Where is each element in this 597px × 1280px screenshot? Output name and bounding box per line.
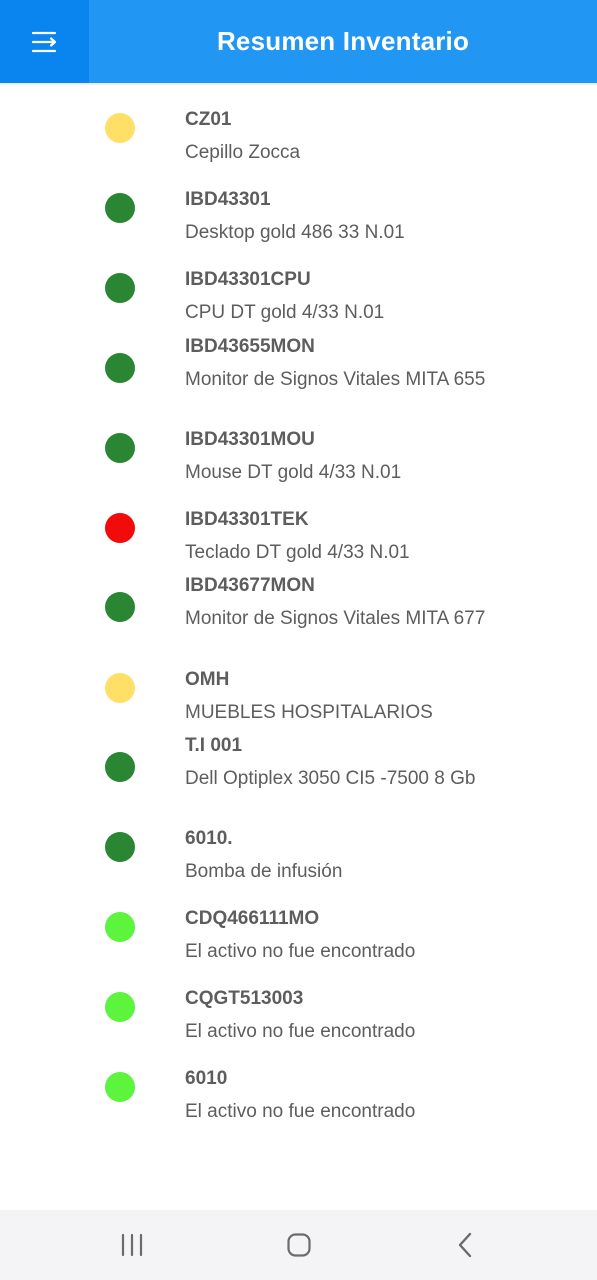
status-dot bbox=[105, 673, 135, 703]
status-dot bbox=[105, 273, 135, 303]
status-dot bbox=[105, 113, 135, 143]
item-description: El activo no fue encontrado bbox=[185, 941, 416, 962]
item-code: IBD43301MOU bbox=[185, 429, 315, 450]
status-dot bbox=[105, 752, 135, 782]
item-code: IBD43301 bbox=[185, 189, 271, 210]
status-dot bbox=[105, 592, 135, 622]
menu-button[interactable] bbox=[0, 0, 89, 83]
item-description: Monitor de Signos Vitales MITA 655 bbox=[185, 369, 486, 390]
home-icon bbox=[287, 1233, 311, 1257]
header-shadow bbox=[0, 83, 597, 86]
menu-icon bbox=[31, 31, 56, 52]
back-button[interactable] bbox=[446, 1225, 486, 1265]
item-description: Cepillo Zocca bbox=[185, 142, 301, 163]
item-code: T.I 001 bbox=[185, 735, 243, 756]
status-dot bbox=[105, 912, 135, 942]
item-description: CPU DT gold 4/33 N.01 bbox=[185, 302, 385, 323]
item-code: 6010. bbox=[185, 828, 233, 849]
item-code: IBD43655MON bbox=[185, 336, 315, 357]
item-description: MUEBLES HOSPITALARIOS bbox=[185, 702, 433, 723]
item-code: CDQ466111MO bbox=[185, 908, 320, 929]
item-description: Monitor de Signos Vitales MITA 677 bbox=[185, 608, 486, 629]
item-code: IBD43301TEK bbox=[185, 509, 309, 530]
system-navigation-bar bbox=[0, 1210, 597, 1280]
status-dot bbox=[105, 433, 135, 463]
item-description: Teclado DT gold 4/33 N.01 bbox=[185, 542, 410, 563]
home-button[interactable] bbox=[279, 1225, 319, 1265]
recents-icon bbox=[121, 1233, 143, 1257]
app-bar: Resumen Inventario bbox=[0, 0, 597, 83]
recents-button[interactable] bbox=[112, 1225, 152, 1265]
item-code: CQGT513003 bbox=[185, 988, 304, 1009]
item-code: IBD43301CPU bbox=[185, 269, 311, 290]
item-description: El activo no fue encontrado bbox=[185, 1101, 416, 1122]
status-dot bbox=[105, 992, 135, 1022]
item-description: Mouse DT gold 4/33 N.01 bbox=[185, 462, 402, 483]
status-dot bbox=[105, 193, 135, 223]
status-dot bbox=[105, 832, 135, 862]
item-description: Bomba de infusión bbox=[185, 861, 343, 882]
status-dot bbox=[105, 1072, 135, 1102]
status-dot bbox=[105, 353, 135, 383]
back-icon bbox=[458, 1232, 472, 1258]
page-title: Resumen Inventario bbox=[216, 26, 470, 56]
item-description: Dell Optiplex 3050 CI5 -7500 8 Gb bbox=[185, 768, 476, 789]
item-description: El activo no fue encontrado bbox=[185, 1021, 416, 1042]
item-code: IBD43677MON bbox=[185, 575, 315, 596]
item-code: 6010 bbox=[185, 1068, 228, 1089]
item-description: Desktop gold 486 33 N.01 bbox=[185, 222, 405, 243]
item-code: CZ01 bbox=[185, 109, 232, 130]
item-code: OMH bbox=[185, 669, 230, 690]
status-dot bbox=[105, 513, 135, 543]
